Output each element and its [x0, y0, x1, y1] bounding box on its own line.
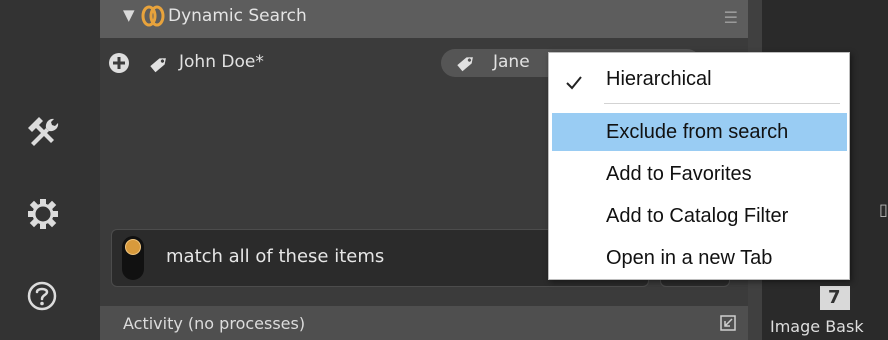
collapse-triangle-icon[interactable]: ▼ [123, 6, 135, 24]
menu-item-add-to-catalog-filter[interactable]: Add to Catalog Filter [549, 197, 849, 235]
match-toggle[interactable] [122, 236, 144, 280]
expand-icon[interactable] [720, 315, 736, 335]
check-icon [564, 68, 584, 106]
tools-icon[interactable] [26, 115, 60, 153]
panel-title: Dynamic Search [168, 6, 307, 26]
image-basket-label[interactable]: Image Bask [770, 317, 864, 336]
menu-item-label: Add to Favorites [606, 163, 752, 185]
menu-item-label: Open in a new Tab [606, 247, 773, 269]
gear-icon[interactable] [26, 197, 60, 235]
context-menu: Hierarchical Exclude from search Add to … [548, 52, 850, 280]
tag-icon [455, 53, 477, 77]
basket-count: 7 [828, 287, 841, 308]
activity-label: Activity (no processes) [123, 314, 306, 333]
activity-bar[interactable]: Activity (no processes) [100, 306, 748, 340]
panel-header[interactable]: ▼ Dynamic Search ☰ [100, 0, 748, 38]
help-icon[interactable] [26, 280, 58, 316]
menu-item-hierarchical[interactable]: Hierarchical [549, 60, 849, 98]
hamburger-menu-icon[interactable]: ☰ [724, 8, 738, 27]
menu-item-label: Add to Catalog Filter [606, 205, 789, 227]
menu-separator [604, 103, 840, 104]
tag-pill-label: Jane [493, 52, 530, 72]
tag-icon [148, 54, 170, 78]
add-tag-icon[interactable] [108, 52, 130, 78]
menu-item-open-in-new-tab[interactable]: Open in a new Tab [549, 239, 849, 277]
left-sidebar [0, 0, 100, 340]
tag-john-doe[interactable]: John Doe* [179, 52, 264, 72]
partial-edge-glyph: ▯ [879, 200, 888, 219]
menu-item-exclude-from-search[interactable]: Exclude from search [552, 113, 847, 151]
match-mode-label: match all of these items [166, 246, 385, 267]
menu-item-add-to-favorites[interactable]: Add to Favorites [549, 155, 849, 193]
menu-item-label: Exclude from search [606, 121, 789, 143]
menu-item-label: Hierarchical [606, 68, 712, 90]
dynamic-search-icon [140, 5, 166, 31]
